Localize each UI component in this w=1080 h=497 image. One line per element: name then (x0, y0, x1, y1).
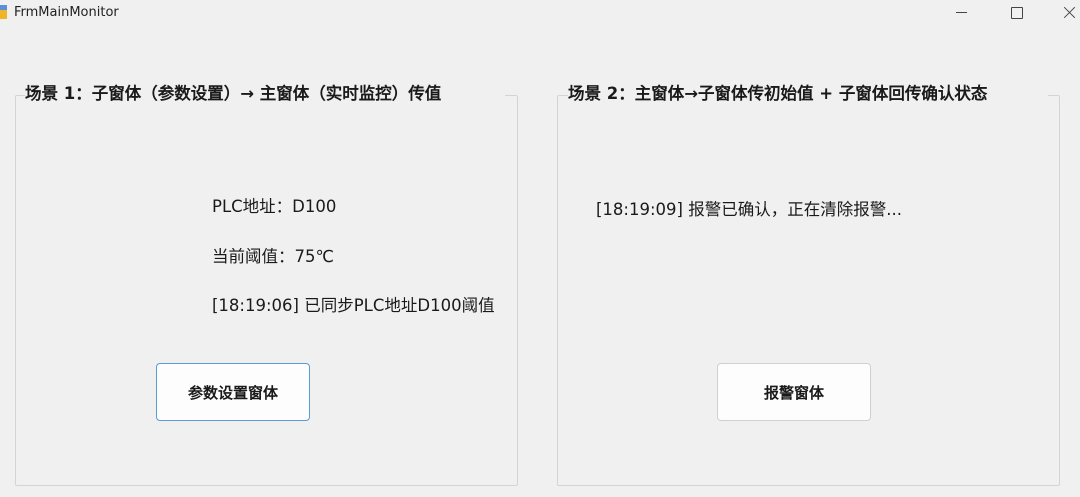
scene1-title: 场景 1：子窗体（参数设置）→ 主窗体（实时监控）传值 (25, 82, 505, 106)
window-title: FrmMainMonitor (14, 5, 119, 20)
main-window: FrmMainMonitor 场景 1：子窗体（参数设置）→ 主窗体（实时监控）… (0, 0, 1080, 497)
scene1-groupbox: 场景 1：子窗体（参数设置）→ 主窗体（实时监控）传值 PLC地址：D100 当… (15, 82, 518, 486)
title-bar: FrmMainMonitor (0, 0, 1080, 28)
alarm-window-button[interactable]: 报警窗体 (717, 363, 871, 421)
param-settings-button[interactable]: 参数设置窗体 (156, 363, 310, 421)
app-form-icon (0, 5, 7, 19)
threshold-label: 当前阈值：75℃ (212, 247, 335, 266)
plc-address-label: PLC地址：D100 (212, 197, 337, 216)
scene2-groupbox: 场景 2：主窗体→子窗体传初始值 + 子窗体回传确认状态 [18:19:09] … (557, 82, 1060, 486)
scene2-title: 场景 2：主窗体→子窗体传初始值 + 子窗体回传确认状态 (568, 82, 1048, 106)
scene2-log-label: [18:19:09] 报警已确认，正在清除报警... (596, 200, 902, 219)
scene1-log-label: [18:19:06] 已同步PLC地址D100阈值 (212, 296, 495, 315)
minimize-icon[interactable] (944, 0, 980, 26)
maximize-icon[interactable] (998, 0, 1034, 26)
close-icon[interactable] (1052, 0, 1080, 26)
